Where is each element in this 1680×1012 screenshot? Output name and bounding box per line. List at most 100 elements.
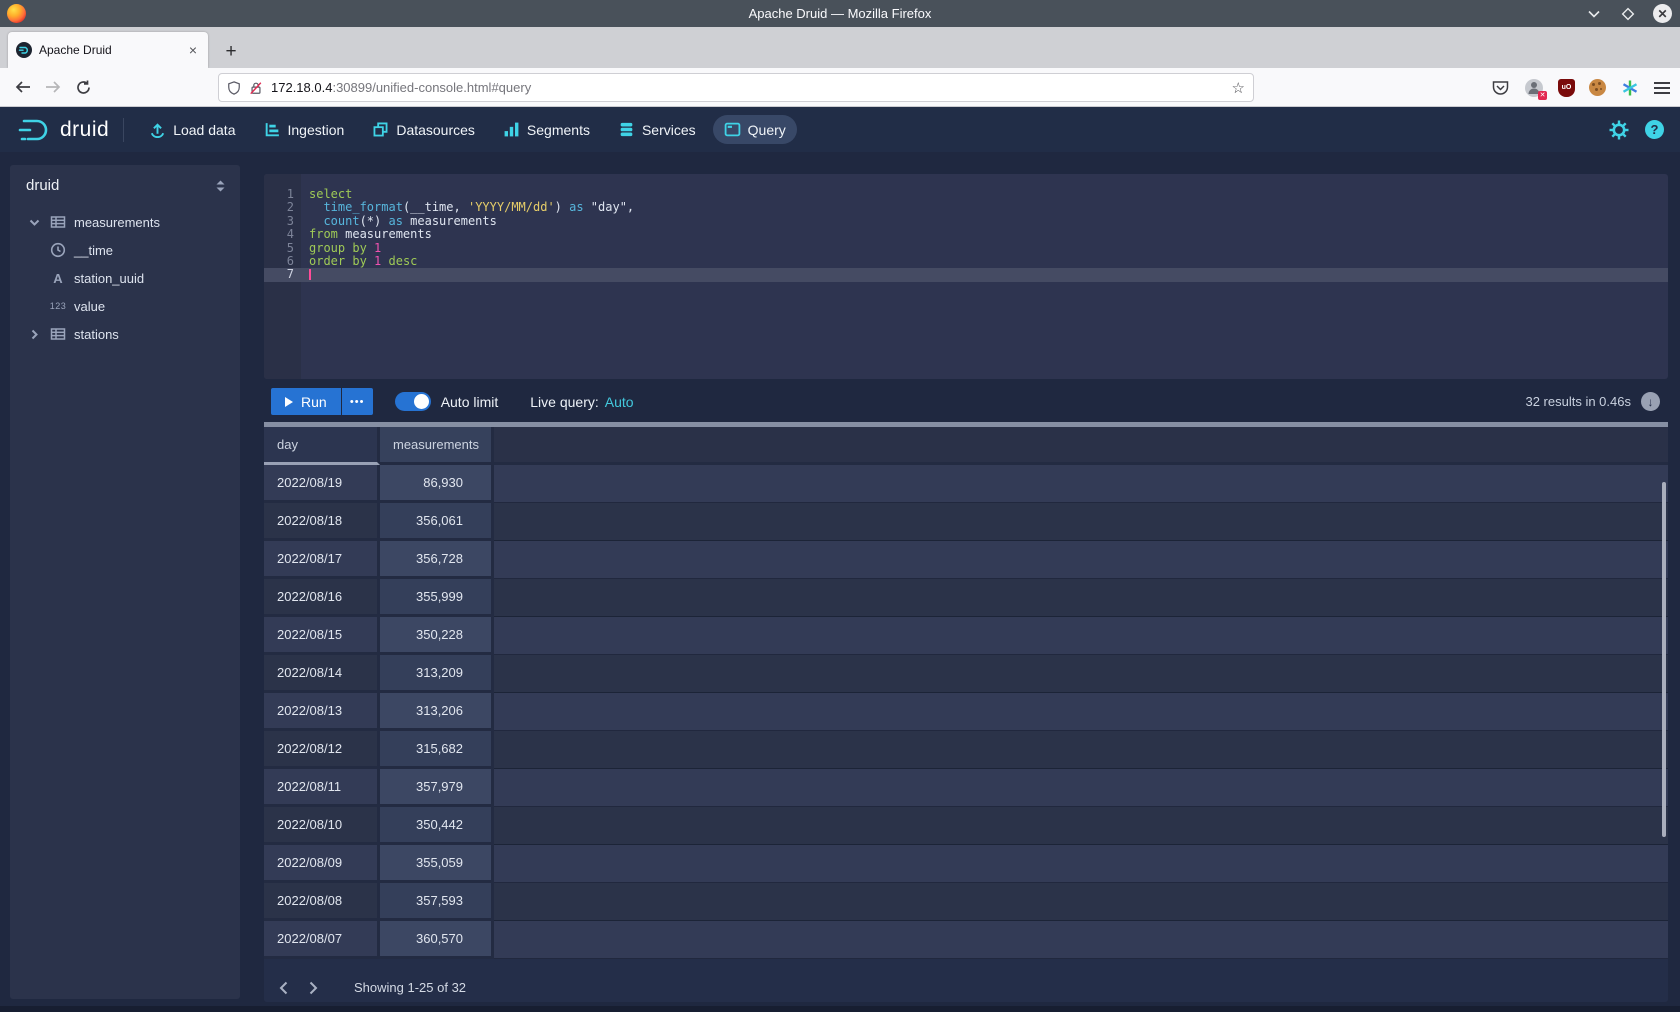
table-row: 2022/08/16355,999 (264, 579, 1668, 617)
cell-day[interactable]: 2022/08/08 (264, 883, 380, 921)
tree-item-__time[interactable]: __time (10, 236, 240, 264)
window-maximize-icon[interactable] (1619, 5, 1637, 23)
editor-line-2[interactable]: 2 time_format(__time, 'YYYY/MM/dd') as "… (264, 201, 1668, 214)
editor-line-4[interactable]: 4 from measurements (264, 228, 1668, 241)
window-title: Apache Druid — Mozilla Firefox (0, 6, 1680, 21)
line-number: 4 (264, 228, 294, 241)
tree-item-label: measurements (74, 215, 160, 230)
window-titlebar: Apache Druid — Mozilla Firefox ✕ (0, 0, 1680, 27)
back-button[interactable] (8, 73, 38, 101)
forward-button[interactable] (38, 73, 68, 101)
cell-day[interactable]: 2022/08/11 (264, 769, 380, 807)
cell-day[interactable]: 2022/08/10 (264, 807, 380, 845)
nav-item-ingestion[interactable]: Ingestion (253, 115, 356, 144)
editor-line-1[interactable]: 1select (264, 188, 1668, 201)
url-path: :30899/unified-console.html#query (332, 80, 531, 95)
editor-line-7[interactable]: 7 (264, 268, 1668, 281)
auto-limit-toggle[interactable] (395, 392, 431, 411)
results-scrollbar[interactable] (1662, 482, 1666, 837)
pagination-text: Showing 1-25 of 32 (354, 980, 466, 995)
cell-day[interactable]: 2022/08/15 (264, 617, 380, 655)
cell-measurements[interactable]: 357,593 (380, 883, 494, 921)
cell-measurements[interactable]: 356,061 (380, 503, 494, 541)
extension-blocked-badge: ✕ (1538, 91, 1547, 100)
editor-line-3[interactable]: 3 count(*) as measurements (264, 215, 1668, 228)
line-code: from measurements (309, 228, 432, 241)
nav-item-services[interactable]: Services (607, 115, 707, 144)
new-tab-button[interactable]: + (218, 39, 244, 65)
window-close-icon[interactable]: ✕ (1653, 4, 1672, 23)
nav-item-load-data[interactable]: Load data (138, 115, 246, 144)
cell-measurements[interactable]: 355,059 (380, 845, 494, 883)
cell-measurements[interactable]: 360,570 (380, 921, 494, 959)
cell-day[interactable]: 2022/08/18 (264, 503, 380, 541)
row-filler (494, 655, 1668, 693)
nav-item-query[interactable]: Query (713, 115, 797, 144)
cell-measurements[interactable]: 357,979 (380, 769, 494, 807)
nav-item-segments[interactable]: Segments (492, 115, 601, 144)
cell-measurements[interactable]: 356,728 (380, 541, 494, 579)
editor-line-5[interactable]: 5group by 1 (264, 242, 1668, 255)
nav-item-label: Load data (173, 122, 235, 138)
editor-line-6[interactable]: 6order by 1 desc (264, 255, 1668, 268)
menu-icon[interactable] (1654, 82, 1670, 94)
cell-measurements[interactable]: 86,930 (380, 465, 494, 503)
tree-item-value[interactable]: 123value (10, 292, 240, 320)
download-results-icon[interactable]: ↓ (1641, 392, 1660, 411)
tree-item-measurements[interactable]: measurements (10, 208, 240, 236)
line-code: order by 1 desc (309, 255, 417, 268)
shield-permissions-icon[interactable] (227, 80, 241, 96)
help-icon[interactable]: ? (1645, 120, 1664, 139)
tree-item-stations[interactable]: stations (10, 320, 240, 348)
next-page-icon[interactable] (298, 973, 328, 1002)
row-filler (494, 921, 1668, 959)
row-filler (494, 617, 1668, 655)
tab-close-icon[interactable]: × (186, 42, 200, 58)
sql-editor[interactable]: 1select2 time_format(__time, 'YYYY/MM/dd… (264, 174, 1668, 379)
auto-limit-label: Auto limit (441, 394, 499, 410)
cell-measurements[interactable]: 350,228 (380, 617, 494, 655)
table-row: 2022/08/1986,930 (264, 465, 1668, 503)
tree-item-label: value (74, 299, 105, 314)
line-number: 1 (264, 188, 294, 201)
table-row: 2022/08/11357,979 (264, 769, 1668, 807)
cell-day[interactable]: 2022/08/09 (264, 845, 380, 883)
extension-disabled-icon[interactable]: ✕ (1524, 78, 1544, 98)
cell-measurements[interactable]: 355,999 (380, 579, 494, 617)
services-icon (618, 121, 635, 138)
cell-day[interactable]: 2022/08/07 (264, 921, 380, 959)
cell-day[interactable]: 2022/08/14 (264, 655, 380, 693)
column-header-measurements[interactable]: measurements (380, 427, 494, 465)
bookmark-star-icon[interactable]: ☆ (1232, 79, 1245, 97)
cell-measurements[interactable]: 313,209 (380, 655, 494, 693)
cell-day[interactable]: 2022/08/12 (264, 731, 380, 769)
run-button[interactable]: Run (271, 388, 341, 415)
window-minimize-icon[interactable] (1585, 5, 1603, 23)
cell-day[interactable]: 2022/08/19 (264, 465, 380, 503)
extension-asterisk-icon[interactable] (1620, 78, 1640, 98)
reload-button[interactable] (68, 73, 98, 101)
prev-page-icon[interactable] (268, 973, 298, 1002)
live-query-value[interactable]: Auto (605, 394, 634, 410)
run-more-button[interactable]: ••• (341, 388, 373, 415)
run-bar: Run ••• Auto limit Live query: Auto 32 r… (264, 383, 1668, 420)
cell-day[interactable]: 2022/08/17 (264, 541, 380, 579)
druid-brand[interactable]: druid (18, 117, 109, 143)
insecure-lock-icon[interactable] (249, 80, 263, 96)
cell-measurements[interactable]: 350,442 (380, 807, 494, 845)
settings-gear-icon[interactable] (1609, 120, 1629, 140)
cell-day[interactable]: 2022/08/13 (264, 693, 380, 731)
ublock-origin-icon[interactable]: uO (1558, 79, 1575, 97)
cookie-icon[interactable] (1589, 79, 1606, 96)
url-bar[interactable]: 172.18.0.4:30899/unified-console.html#qu… (218, 73, 1254, 102)
cell-measurements[interactable]: 315,682 (380, 731, 494, 769)
tree-item-station_uuid[interactable]: Astation_uuid (10, 264, 240, 292)
schema-sort-icon[interactable] (215, 179, 226, 193)
column-header-day[interactable]: day (264, 427, 380, 465)
tab-apache-druid[interactable]: Apache Druid × (8, 32, 208, 68)
cell-measurements[interactable]: 313,206 (380, 693, 494, 731)
pocket-icon[interactable] (1490, 78, 1510, 98)
nav-item-datasources[interactable]: Datasources (361, 115, 486, 144)
url-host: 172.18.0.4 (271, 80, 332, 95)
cell-day[interactable]: 2022/08/16 (264, 579, 380, 617)
